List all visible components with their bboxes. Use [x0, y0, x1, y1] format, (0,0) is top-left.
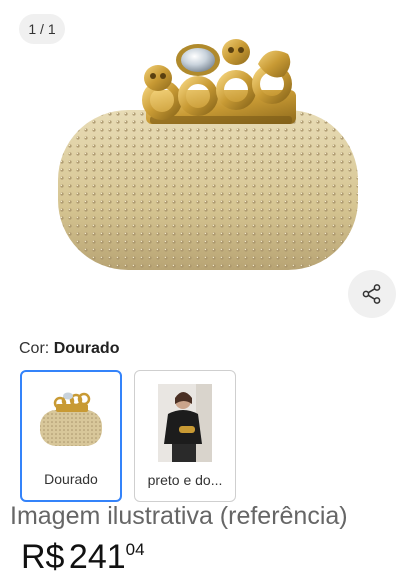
price-currency: R$	[21, 538, 65, 576]
share-icon	[362, 284, 381, 304]
price-cents: 04	[125, 540, 145, 559]
product-image[interactable]	[50, 30, 368, 300]
variant-thumbnail-preto-e-dourado	[158, 384, 212, 462]
variant-option-preto-e-dourado[interactable]: preto e do...	[134, 370, 236, 502]
selected-color-name: Dourado	[53, 340, 120, 357]
product-gallery[interactable]: 1 / 1	[0, 0, 415, 330]
variant-label: preto e do...	[147, 472, 223, 488]
price-amount: 241	[68, 538, 126, 576]
image-caption: Imagem ilustrativa (referência)	[10, 502, 348, 530]
color-label: Cor: Dourado	[19, 338, 119, 360]
share-button[interactable]	[348, 270, 396, 318]
variant-thumbnail-dourado	[40, 392, 102, 446]
price: R$ 24104	[21, 533, 145, 583]
color-label-prefix: Cor:	[19, 340, 50, 357]
variant-label: Dourado	[44, 471, 98, 487]
variant-option-dourado[interactable]: Dourado	[20, 370, 122, 502]
